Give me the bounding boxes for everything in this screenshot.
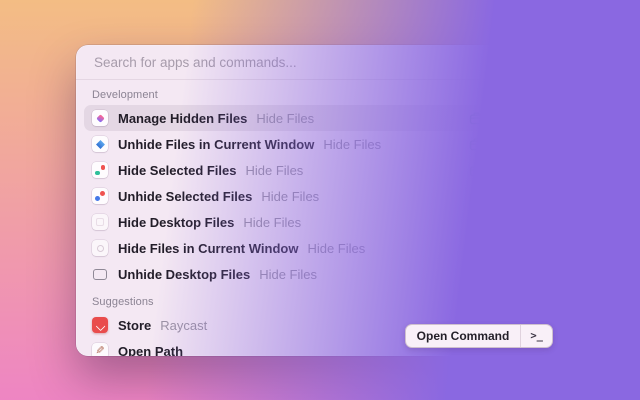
extension-box-icon xyxy=(469,164,484,177)
search-bar xyxy=(76,45,564,80)
item-title: Unhide Desktop Files xyxy=(118,267,250,282)
item-subtitle: Hide Files xyxy=(323,137,381,152)
extension-box-icon xyxy=(469,138,484,151)
section-header: Suggestions xyxy=(84,296,556,308)
extension-box-icon xyxy=(469,112,484,125)
list-item[interactable]: Unhide Desktop Files Hide Files Command xyxy=(84,261,556,287)
unhide-desktop-files-icon xyxy=(92,266,108,282)
item-title: Hide Desktop Files xyxy=(118,215,234,230)
item-title: Hide Selected Files xyxy=(118,163,237,178)
extension-box-icon xyxy=(469,190,484,203)
list-item[interactable]: Hide Selected Files Hide Files Command xyxy=(84,157,556,183)
open-path-icon xyxy=(92,343,108,356)
section-header: Development xyxy=(84,89,556,101)
extension-box-icon xyxy=(469,216,484,229)
extension-box-icon xyxy=(469,242,484,255)
list-item[interactable]: Unhide Files in Current Window Hide File… xyxy=(84,131,556,157)
item-type-label: Command xyxy=(490,111,548,125)
item-accessory: Command xyxy=(469,241,548,255)
item-subtitle: Hide Files xyxy=(246,163,304,178)
store-icon xyxy=(92,317,108,333)
item-accessory: Command xyxy=(469,189,548,203)
terminal-prompt-icon: >_ xyxy=(520,325,552,347)
list-item[interactable]: Hide Desktop Files Hide Files Command xyxy=(84,209,556,235)
unhide-selected-files-icon xyxy=(92,188,108,204)
command-list: Development Manage Hidden Files Hide Fil… xyxy=(76,89,564,356)
unhide-files-in-current-window-icon xyxy=(92,136,108,152)
item-title: Unhide Files in Current Window xyxy=(118,137,314,152)
item-type-label: Command xyxy=(490,267,548,281)
item-subtitle: Hide Files xyxy=(259,267,317,282)
hide-desktop-files-icon xyxy=(92,214,108,230)
hide-files-in-current-window-icon xyxy=(92,240,108,256)
item-accessory: Command xyxy=(469,137,548,151)
item-type-label: Command xyxy=(490,215,548,229)
item-subtitle: Hide Files xyxy=(261,189,319,204)
item-accessory: Command xyxy=(469,215,548,229)
search-input[interactable] xyxy=(92,54,548,71)
open-command-tooltip[interactable]: Open Command >_ xyxy=(405,324,553,348)
raycast-launcher-window: Development Manage Hidden Files Hide Fil… xyxy=(76,45,564,356)
item-type-label: Command xyxy=(490,241,548,255)
item-title: Hide Files in Current Window xyxy=(118,241,298,256)
item-title: Unhide Selected Files xyxy=(118,189,252,204)
list-item[interactable]: Hide Files in Current Window Hide Files … xyxy=(84,235,556,261)
item-subtitle: Raycast xyxy=(160,318,207,333)
list-item[interactable]: Unhide Selected Files Hide Files Command xyxy=(84,183,556,209)
item-title: Store xyxy=(118,318,151,333)
item-subtitle: Hide Files xyxy=(256,111,314,126)
item-accessory: Command xyxy=(469,267,548,281)
item-accessory: Command xyxy=(469,163,548,177)
item-type-label: Command xyxy=(490,163,548,177)
item-title: Open Path xyxy=(118,344,183,357)
item-type-label: Command xyxy=(490,189,548,203)
item-title: Manage Hidden Files xyxy=(118,111,247,126)
manage-hidden-files-icon xyxy=(92,110,108,126)
tooltip-label: Open Command xyxy=(406,325,521,347)
hide-selected-files-icon xyxy=(92,162,108,178)
desktop-background: Development Manage Hidden Files Hide Fil… xyxy=(0,0,640,400)
extension-box-icon xyxy=(469,268,484,281)
item-type-label: Command xyxy=(490,137,548,151)
list-item[interactable]: Manage Hidden Files Hide Files Command xyxy=(84,105,556,131)
item-subtitle: Hide Files xyxy=(243,215,301,230)
item-accessory: Command xyxy=(469,111,548,125)
item-subtitle: Hide Files xyxy=(307,241,365,256)
